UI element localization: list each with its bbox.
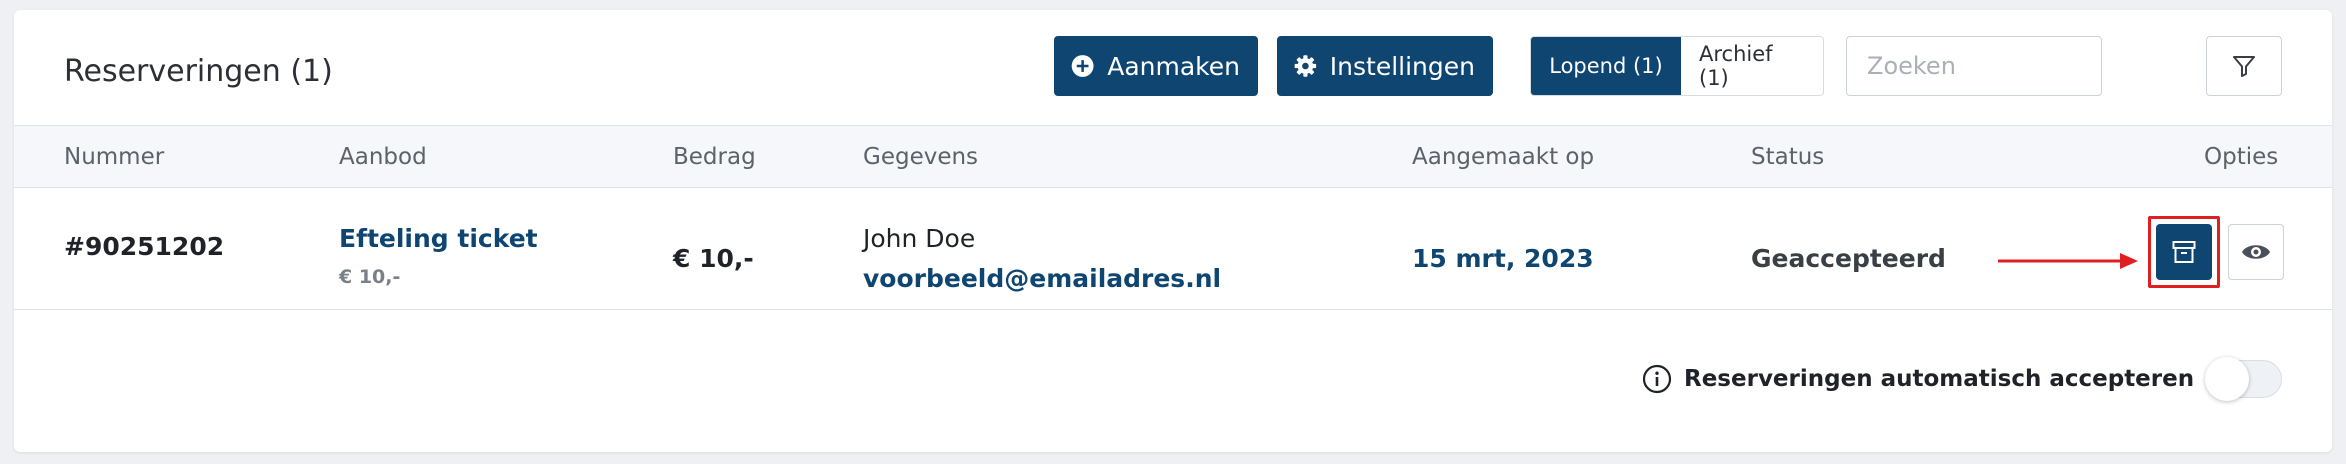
- tab-archief[interactable]: Archief (1): [1681, 37, 1823, 95]
- card-header: Reserveringen (1) Aanmaken Instellingen …: [14, 10, 2332, 126]
- column-header-bedrag: Bedrag: [673, 144, 756, 170]
- offer-link[interactable]: Efteling ticket: [339, 224, 538, 253]
- created-date: 15 mrt, 2023: [1412, 244, 1594, 273]
- status-tabs: Lopend (1) Archief (1): [1530, 36, 1824, 96]
- customer-email-link[interactable]: voorbeeld@emailadres.nl: [863, 264, 1221, 293]
- plus-circle-icon: [1071, 55, 1094, 77]
- toggle-knob: [2205, 357, 2249, 401]
- column-header-aangemaakt: Aangemaakt op: [1412, 144, 1595, 170]
- create-button[interactable]: Aanmaken: [1054, 36, 1258, 96]
- table-row: #90251202 Efteling ticket € 10,- € 10,- …: [14, 188, 2332, 310]
- filter-icon: [2233, 56, 2255, 77]
- column-header-gegevens: Gegevens: [863, 144, 979, 170]
- settings-button-label: Instellingen: [1329, 51, 1475, 81]
- table-header: Nummer Aanbod Bedrag Gegevens Aangemaakt…: [14, 126, 2332, 188]
- column-header-nummer: Nummer: [64, 144, 165, 170]
- auto-accept-label: Reserveringen automatisch accepteren: [1684, 366, 2195, 392]
- eye-icon: [2242, 245, 2270, 259]
- reservations-card: Reserveringen (1) Aanmaken Instellingen …: [14, 10, 2332, 452]
- column-header-status: Status: [1751, 144, 1825, 170]
- status-text: Geaccepteerd: [1751, 244, 1946, 273]
- archive-icon: [2172, 241, 2196, 263]
- search-input[interactable]: [1846, 36, 2102, 96]
- amount: € 10,-: [673, 244, 754, 273]
- view-button[interactable]: [2228, 224, 2284, 280]
- filter-button[interactable]: [2206, 36, 2282, 96]
- offer-price: € 10,-: [339, 266, 401, 288]
- info-icon: [1642, 364, 1672, 394]
- auto-accept-toggle[interactable]: [2205, 357, 2282, 401]
- reservation-number: #90251202: [64, 232, 225, 261]
- gear-icon: [1294, 55, 1317, 77]
- column-header-aanbod: Aanbod: [339, 144, 427, 170]
- archive-button[interactable]: [2156, 224, 2212, 280]
- create-button-label: Aanmaken: [1107, 51, 1240, 81]
- tab-lopend[interactable]: Lopend (1): [1531, 37, 1681, 95]
- annotation-arrow: [1998, 253, 2138, 269]
- column-header-opties: Opties: [2204, 144, 2279, 170]
- footer: Reserveringen automatisch accepteren: [14, 310, 2332, 452]
- settings-button[interactable]: Instellingen: [1277, 36, 1493, 96]
- page-title: Reserveringen (1): [64, 54, 333, 89]
- customer-name: John Doe: [863, 224, 976, 253]
